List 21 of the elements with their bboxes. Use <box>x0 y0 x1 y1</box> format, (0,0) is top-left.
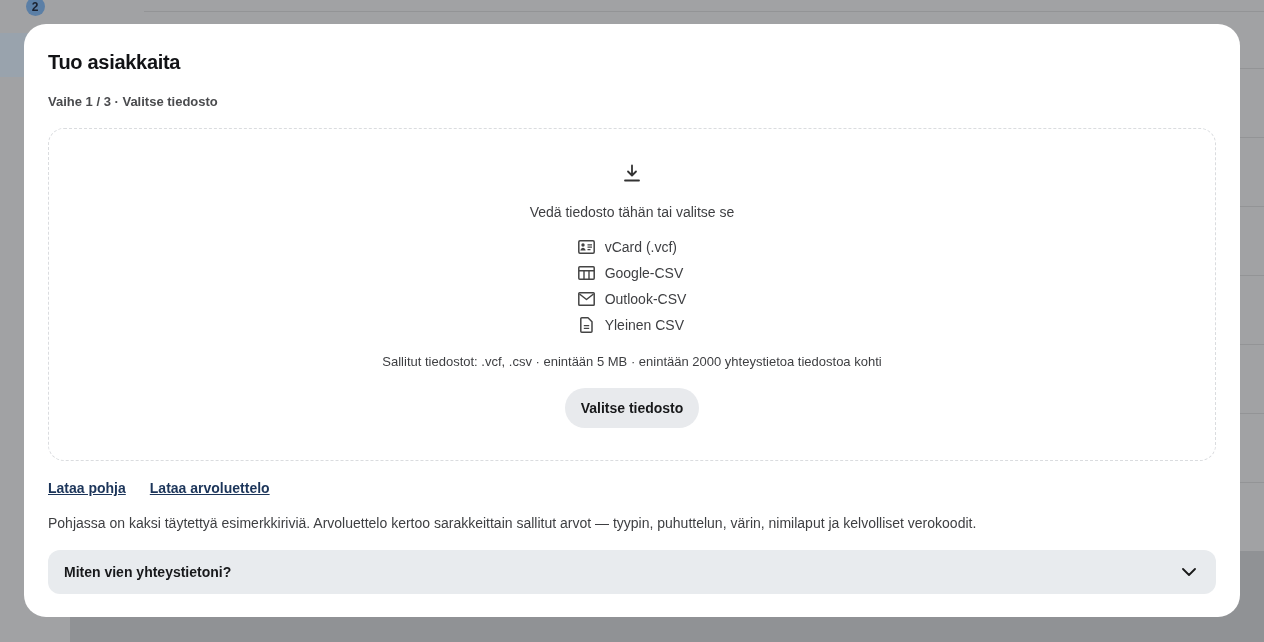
step-indicator: Vaihe 1 / 3 · Valitse tiedosto <box>48 94 218 110</box>
drop-prompt: Vedä tiedosto tähän tai valitse se <box>529 204 735 220</box>
help-accordion[interactable]: Miten vien yhteystietoni? <box>48 550 1216 594</box>
download-link[interactable]: Lataa arvoluettelo <box>149 480 270 496</box>
file-format-label: vCard (.vcf) <box>604 239 677 255</box>
envelope-icon <box>577 292 595 306</box>
chevron-icon <box>1182 568 1196 576</box>
file-format-label: Yleinen CSV <box>604 317 685 333</box>
document-icon <box>579 317 593 333</box>
count-badge: 2 <box>25 0 45 16</box>
download-icon <box>623 164 641 182</box>
file-limits-text: Sallitut tiedostot: .vcf, .csv · enintään 5 MB · enintään 2000 yhteystietoa tiedostoa kohti <box>382 354 882 370</box>
choose-file-button[interactable]: Valitse tiedosto <box>564 388 700 428</box>
template-note: Pohjassa on kaksi täytettyä esimerkkiriviä. Arvoluettelo kertoo sarakkeittain sallitut arvot — tyypin, puhuttelun, värin, nimilaput ja kelvolliset verokoodit. <box>48 515 977 531</box>
table-icon <box>577 266 595 280</box>
file-drop-zone[interactable]: Vedä tiedosto tähän tai valitse se vCard (.vcf) Google-CSV Outlook-CSV Yleinen CSV Sallitut tiedostot: .vcf, .csv · enintään 5 MB · enintään 2000 yhteystietoa tiedostoa kohti Valitse tiedosto <box>48 128 1216 461</box>
file-format-label: Google-CSV <box>604 265 684 281</box>
download-link[interactable]: Lataa pohja <box>48 480 126 496</box>
file-format-label: Outlook-CSV <box>604 291 687 307</box>
dialog-title: Tuo asiakkaita <box>48 50 181 74</box>
contact-card-icon <box>577 240 595 254</box>
